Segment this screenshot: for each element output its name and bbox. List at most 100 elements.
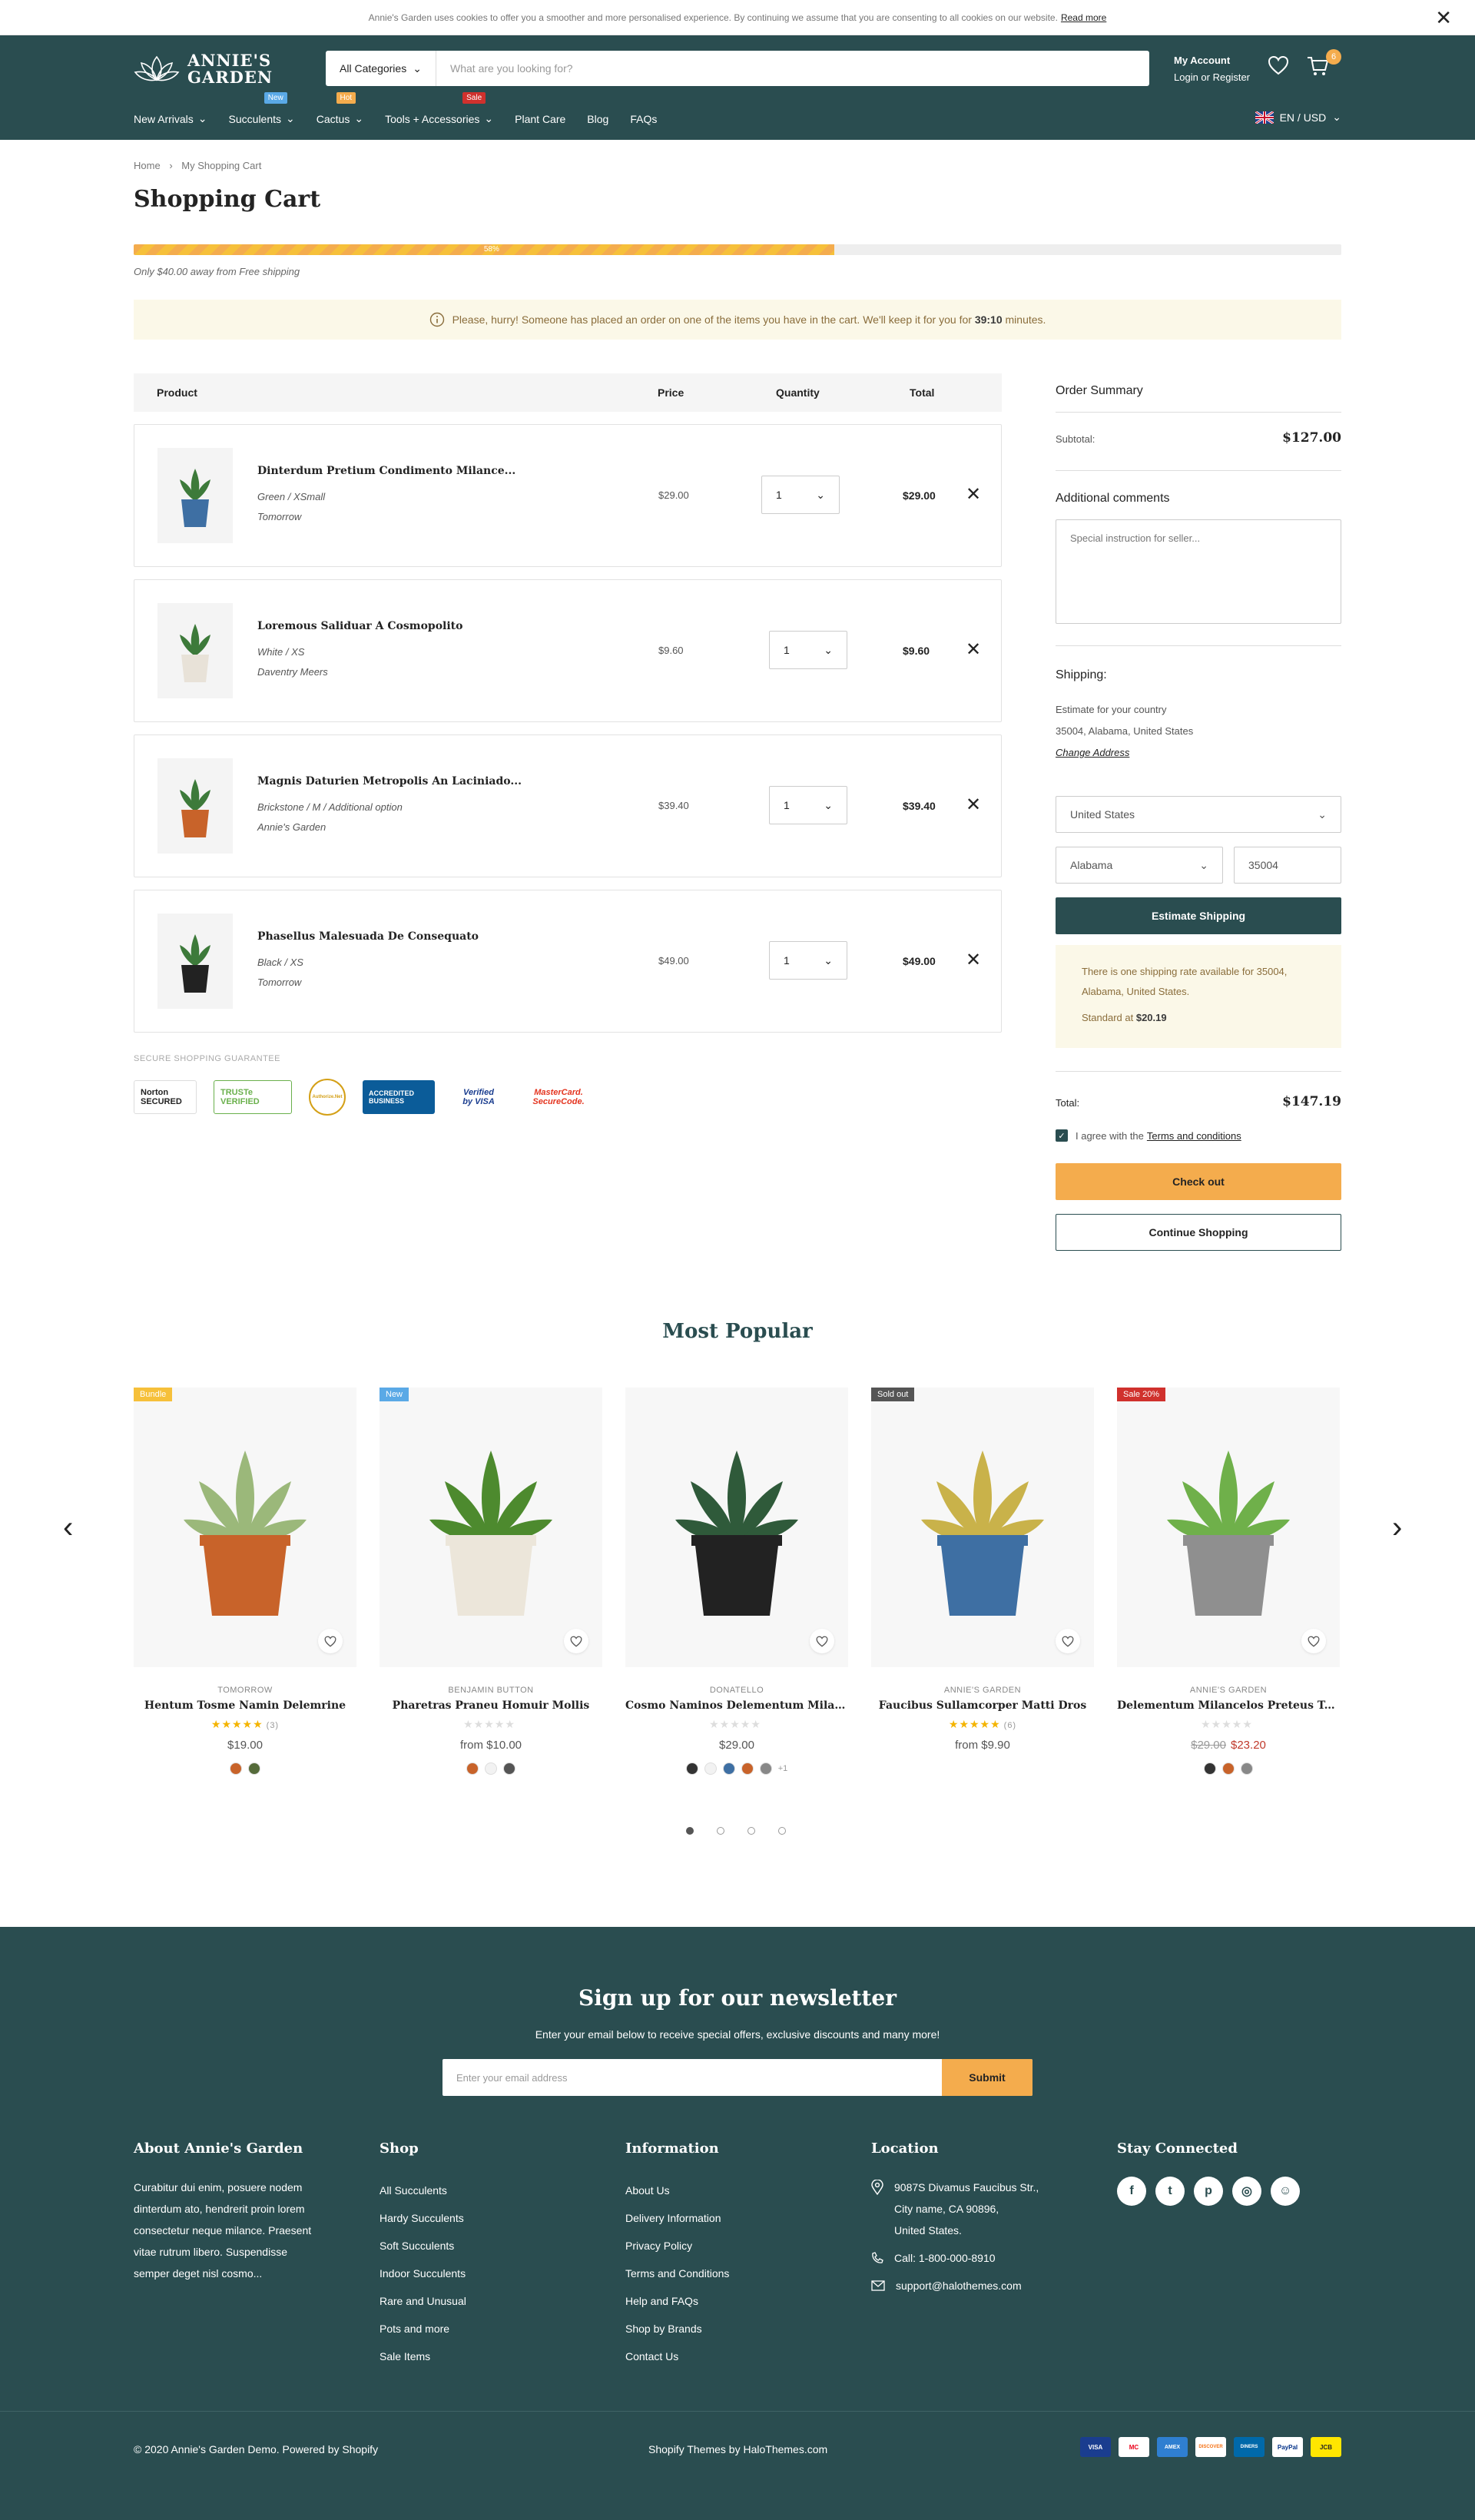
wishlist-heart-icon[interactable]	[564, 1629, 588, 1653]
wishlist-heart-icon[interactable]	[1056, 1629, 1080, 1653]
product-card[interactable]: Sale 20% ANNIE'S GARDEN Delementum Milance…	[1117, 1388, 1340, 1775]
remove-item-icon[interactable]: ✕	[966, 794, 981, 816]
carousel-next-arrow[interactable]: ›	[1392, 1510, 1402, 1545]
carousel-dot[interactable]	[778, 1827, 786, 1835]
facebook-icon[interactable]: f	[1117, 2177, 1146, 2206]
nav-item-blog[interactable]: Blog	[587, 112, 608, 125]
product-vendor[interactable]: BENJAMIN BUTTON	[380, 1686, 602, 1695]
state-select[interactable]: Alabama ⌄	[1056, 847, 1223, 884]
color-swatch[interactable]	[704, 1762, 717, 1775]
nav-item-plant-care[interactable]: Plant Care	[515, 112, 565, 125]
snapchat-icon[interactable]: ☺	[1271, 2177, 1300, 2206]
product-thumbnail[interactable]	[157, 448, 233, 543]
footer-info-link[interactable]: Help and FAQs	[625, 2287, 729, 2315]
carousel-prev-arrow[interactable]: ‹	[63, 1510, 73, 1545]
wishlist-heart-icon[interactable]	[318, 1629, 343, 1653]
product-vendor[interactable]: TOMORROW	[134, 1686, 356, 1695]
category-select[interactable]: All Categories ⌄	[326, 51, 436, 86]
checkout-button[interactable]: Check out	[1056, 1163, 1341, 1200]
zip-input[interactable]: 35004	[1234, 847, 1341, 884]
footer-info-link[interactable]: Terms and Conditions	[625, 2260, 729, 2287]
footer-info-link[interactable]: Delivery Information	[625, 2204, 729, 2232]
twitter-icon[interactable]: t	[1155, 2177, 1185, 2206]
pinterest-icon[interactable]: p	[1194, 2177, 1223, 2206]
color-swatch[interactable]	[485, 1762, 497, 1775]
color-swatch[interactable]	[722, 1762, 735, 1775]
product-card[interactable]: New BENJAMIN BUTTON Pharetras Praneu Homui…	[380, 1388, 602, 1775]
comments-textarea[interactable]: Special instruction for seller...	[1056, 519, 1341, 624]
product-name[interactable]: Loremous Saliduar A Cosmopolito	[257, 620, 462, 632]
footer-shop-link[interactable]: Indoor Succulents	[380, 2260, 466, 2287]
change-address-link[interactable]: Change Address	[1056, 742, 1341, 764]
color-swatch[interactable]	[466, 1762, 479, 1775]
nav-item-cactus[interactable]: Hot Cactus ⌄	[317, 92, 363, 125]
color-swatch[interactable]	[1241, 1762, 1253, 1775]
remove-item-icon[interactable]: ✕	[966, 638, 981, 661]
search-input[interactable]: What are you looking for?	[436, 51, 1149, 86]
color-swatch[interactable]	[1222, 1762, 1235, 1775]
phone-number[interactable]: Call: 1-800-000-8910	[894, 2247, 996, 2269]
wishlist-heart-icon[interactable]	[810, 1629, 834, 1653]
product-name[interactable]: Pharetras Praneu Homuir Mollis	[380, 1699, 602, 1712]
color-swatch[interactable]	[759, 1762, 772, 1775]
wishlist-heart-icon[interactable]	[1301, 1629, 1326, 1653]
product-image[interactable]: Sale 20%	[1117, 1388, 1340, 1667]
product-name[interactable]: Magnis Daturien Metropolis An Laciniado.…	[257, 775, 522, 788]
nav-item-tools-accessories[interactable]: Sale Tools + Accessories ⌄	[385, 92, 493, 125]
color-swatch[interactable]	[741, 1762, 754, 1775]
quantity-select[interactable]: 1 ⌄	[769, 941, 847, 980]
color-swatch[interactable]	[248, 1762, 260, 1775]
product-card[interactable]: DONATELLO Cosmo Naminos Delementum Milanc…	[625, 1388, 848, 1775]
cookie-close-icon[interactable]: ✕	[1435, 6, 1452, 30]
carousel-dot[interactable]	[747, 1827, 755, 1835]
product-thumbnail[interactable]	[157, 914, 233, 1009]
remove-item-icon[interactable]: ✕	[966, 483, 981, 506]
estimate-shipping-button[interactable]: Estimate Shipping	[1056, 897, 1341, 934]
product-image[interactable]: Sold out	[871, 1388, 1094, 1667]
nav-item-faqs[interactable]: FAQs	[630, 112, 657, 125]
nav-item-new-arrivals[interactable]: New Arrivals ⌄	[134, 112, 207, 125]
language-currency-select[interactable]: EN / USD ⌄	[1255, 111, 1341, 124]
color-swatch[interactable]	[230, 1762, 242, 1775]
product-card[interactable]: Sold out ANNIE'S GARDEN Faucibus Sullamcor…	[871, 1388, 1094, 1762]
footer-info-link[interactable]: Privacy Policy	[625, 2232, 729, 2260]
color-swatch[interactable]	[1204, 1762, 1216, 1775]
instagram-icon[interactable]: ◎	[1232, 2177, 1261, 2206]
product-name[interactable]: Hentum Tosme Namin Delemrine	[134, 1699, 356, 1712]
newsletter-email-input[interactable]: Enter your email address	[442, 2059, 942, 2096]
remove-item-icon[interactable]: ✕	[966, 949, 981, 971]
carousel-dot[interactable]	[686, 1827, 694, 1835]
product-name[interactable]: Faucibus Sullamcorper Matti Dros	[871, 1699, 1094, 1712]
country-select[interactable]: United States ⌄	[1056, 796, 1341, 833]
footer-shop-link[interactable]: All Succulents	[380, 2177, 466, 2204]
terms-link[interactable]: Terms and conditions	[1147, 1130, 1241, 1142]
quantity-select[interactable]: 1 ⌄	[769, 631, 847, 669]
breadcrumb-home[interactable]: Home	[134, 160, 161, 171]
nav-item-succulents[interactable]: New Succulents ⌄	[229, 92, 295, 125]
site-logo[interactable]: ANNIE'S GARDEN	[134, 52, 273, 86]
newsletter-submit-button[interactable]: Submit	[942, 2059, 1032, 2096]
product-name[interactable]: Cosmo Naminos Delementum Milance...	[625, 1699, 848, 1712]
footer-shop-link[interactable]: Sale Items	[380, 2343, 466, 2370]
product-image[interactable]: Bundle	[134, 1388, 356, 1667]
product-vendor[interactable]: DONATELLO	[625, 1686, 848, 1695]
color-swatch[interactable]	[503, 1762, 515, 1775]
carousel-dot[interactable]	[717, 1827, 724, 1835]
theme-credit[interactable]: Shopify Themes by HaloThemes.com	[648, 2443, 827, 2455]
product-name[interactable]: Phasellus Malesuada De Consequato	[257, 930, 479, 943]
footer-shop-link[interactable]: Soft Succulents	[380, 2232, 466, 2260]
product-thumbnail[interactable]	[157, 758, 233, 854]
product-image[interactable]: New	[380, 1388, 602, 1667]
product-name[interactable]: Dinterdum Pretium Condimento Milance...	[257, 465, 515, 477]
quantity-select[interactable]: 1 ⌄	[761, 476, 840, 514]
footer-shop-link[interactable]: Rare and Unusual	[380, 2287, 466, 2315]
email-address[interactable]: support@halothemes.com	[896, 2275, 1022, 2296]
product-vendor[interactable]: ANNIE'S GARDEN	[1117, 1686, 1340, 1695]
product-thumbnail[interactable]	[157, 603, 233, 698]
product-image[interactable]	[625, 1388, 848, 1667]
more-swatches[interactable]: +1	[778, 1764, 788, 1773]
continue-shopping-button[interactable]: Continue Shopping	[1056, 1214, 1341, 1251]
color-swatch[interactable]	[685, 1762, 698, 1775]
footer-info-link[interactable]: Contact Us	[625, 2343, 729, 2370]
footer-info-link[interactable]: Shop by Brands	[625, 2315, 729, 2343]
